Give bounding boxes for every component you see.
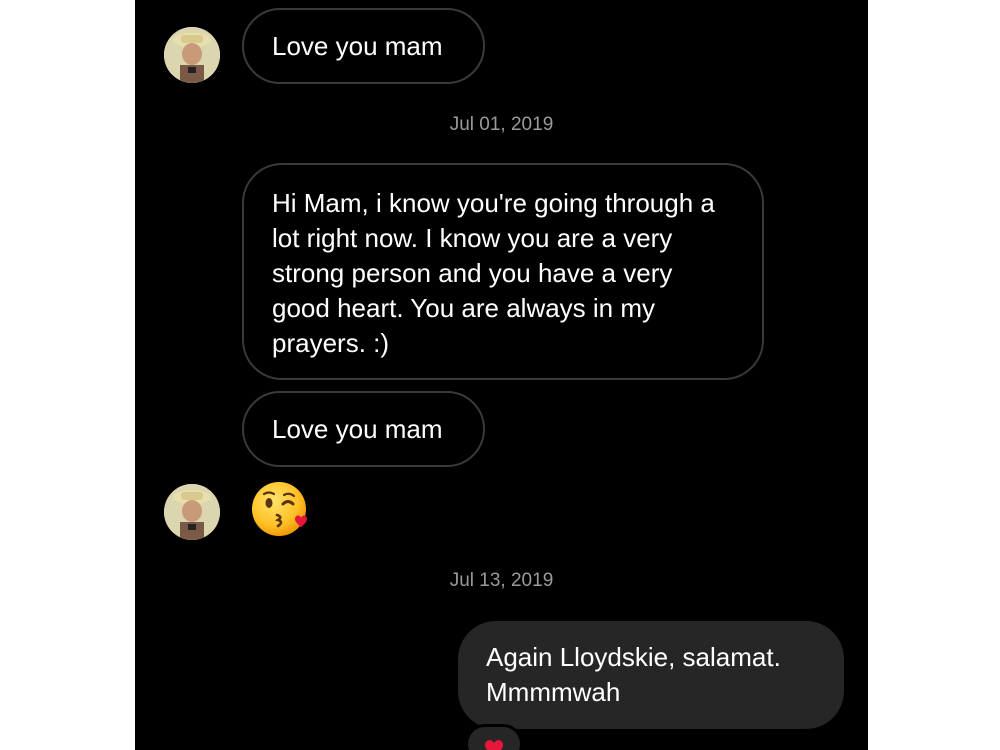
message-text: Love you mam [272, 414, 443, 444]
kiss-wink-heart-emoji[interactable] [250, 479, 310, 539]
message-bubble-outgoing[interactable]: Again Lloydskie, salamat. Mmmmwah [458, 621, 844, 729]
date-divider: Jul 13, 2019 [449, 570, 554, 591]
message-bubble-incoming[interactable]: Love you mam [242, 8, 485, 84]
contact-avatar[interactable] [164, 484, 220, 540]
heart-reaction-icon[interactable] [465, 724, 523, 750]
date-divider: Jul 01, 2019 [449, 114, 554, 135]
message-text: Again Lloydskie, salamat. Mmmmwah [486, 642, 781, 707]
contact-avatar[interactable] [164, 27, 220, 83]
message-text: Love you mam [272, 31, 443, 61]
message-bubble-incoming[interactable]: Hi Mam, i know you're going through a lo… [242, 163, 764, 380]
message-text: Hi Mam, i know you're going through a lo… [272, 188, 715, 358]
chat-thread: Love you mam Jul 01, 2019 Hi Mam, i know… [135, 0, 868, 750]
message-bubble-incoming[interactable]: Love you mam [242, 391, 485, 467]
